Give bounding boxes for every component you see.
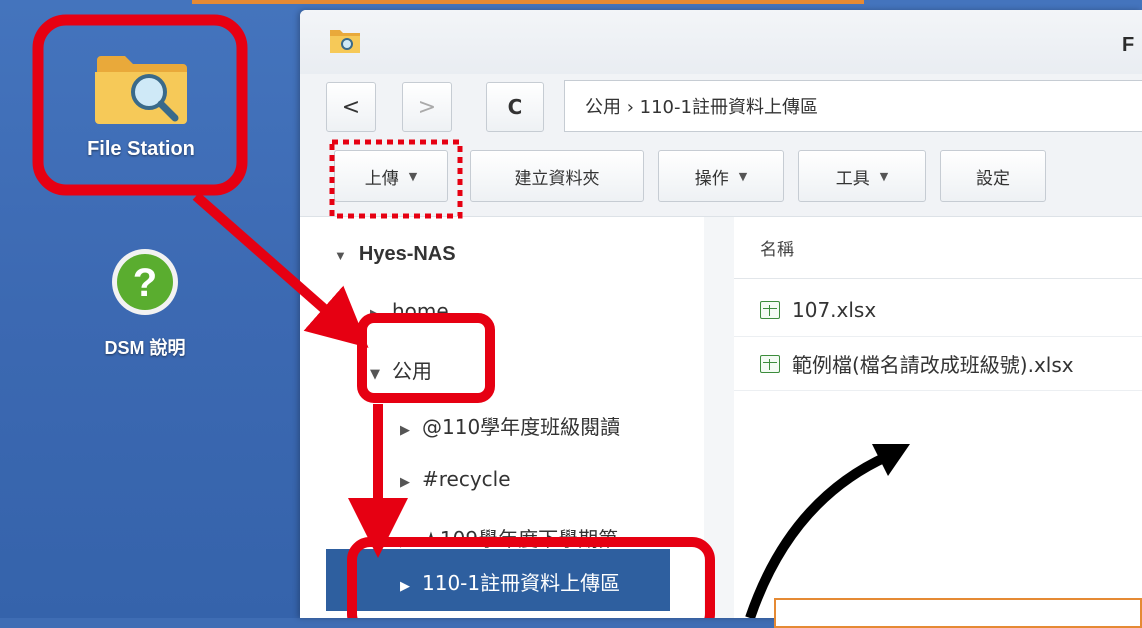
tree-item-label: @110學年度班級閱讀 xyxy=(422,415,621,439)
folder-tree: ▼ Hyes-NAS ▶ home ▼ 公用 ▶ @110學年度班級閱讀 ▶ #recyc… xyxy=(300,217,704,618)
create-folder-button[interactable]: 建立資料夾 xyxy=(470,150,644,202)
column-header-label: 名稱 xyxy=(760,240,794,260)
chevron-down-icon: ▼ xyxy=(879,169,889,183)
path-bar[interactable]: 公用 › 110-1註冊資料上傳區 xyxy=(564,80,1142,132)
tools-button[interactable]: 工具 ▼ xyxy=(798,150,926,202)
app-folder-icon xyxy=(330,30,360,53)
tree-item-home[interactable]: ▶ home xyxy=(370,299,449,323)
refresh-button[interactable]: C xyxy=(486,82,544,132)
pane-splitter[interactable] xyxy=(704,217,734,618)
tree-item-109[interactable]: ▶ ★109學年度下學期第一 xyxy=(400,523,638,552)
file-name: 107.xlsx xyxy=(792,297,877,322)
tree-item-recycle[interactable]: ▶ #recycle xyxy=(400,467,511,491)
tree-item-label: 公用 xyxy=(392,359,432,383)
dsm-help-desktop-icon[interactable]: ? DSM 說明 xyxy=(70,246,220,360)
file-station-label: File Station xyxy=(87,138,195,160)
file-row[interactable]: 範例檔(檔名請改成班級號).xlsx xyxy=(734,337,1142,391)
caret-right-icon: ▶ xyxy=(370,307,380,322)
top-window-edge xyxy=(192,0,864,4)
column-header-name[interactable]: 名稱 xyxy=(734,217,1142,279)
tree-item-public[interactable]: ▼ 公用 xyxy=(370,355,432,384)
back-button[interactable]: < xyxy=(326,82,376,132)
tree-root[interactable]: ▼ Hyes-NAS xyxy=(334,243,456,266)
file-station-desktop-icon[interactable]: File Station xyxy=(48,42,234,161)
file-name: 範例檔(檔名請改成班級號).xlsx xyxy=(792,353,1074,377)
xlsx-file-icon xyxy=(760,300,780,319)
create-folder-label: 建立資料夾 xyxy=(514,168,600,189)
tree-item-label: ★109學年度下學期第一 xyxy=(422,527,639,551)
file-row[interactable]: 107.xlsx xyxy=(734,283,1142,337)
file-list: 名稱 107.xlsx 範例檔(檔名請改成班級號).xlsx xyxy=(734,217,1142,618)
callout-box xyxy=(774,598,1142,628)
action-button[interactable]: 操作 ▼ xyxy=(658,150,784,202)
upload-label: 上傳 xyxy=(364,168,399,189)
caret-right-icon: ▶ xyxy=(400,475,410,490)
chevron-down-icon: ▼ xyxy=(408,169,418,183)
help-icon: ? xyxy=(112,249,178,315)
file-station-window: F < > C 公用 › 110-1註冊資料上傳區 上傳 ▼ 建立資料夾 操作 ▼ … xyxy=(300,10,1142,618)
settings-label: 設定 xyxy=(976,168,1010,189)
xlsx-file-icon xyxy=(760,354,780,373)
path-text: 公用 › 110-1註冊資料上傳區 xyxy=(585,97,818,118)
toolbar: 上傳 ▼ 建立資料夾 操作 ▼ 工具 ▼ 設定 xyxy=(300,150,1142,217)
svg-text:?: ? xyxy=(133,261,157,305)
tree-item-reading[interactable]: ▶ @110學年度班級閱讀 xyxy=(400,411,620,440)
upload-button[interactable]: 上傳 ▼ xyxy=(334,150,448,202)
settings-button[interactable]: 設定 xyxy=(940,150,1046,202)
action-label: 操作 xyxy=(694,168,729,189)
chevron-down-icon: ▼ xyxy=(738,169,748,183)
tree-item-label: 110-1註冊資料上傳區 xyxy=(422,571,621,595)
window-titlebar: F xyxy=(300,10,1142,74)
folder-search-icon xyxy=(95,56,187,124)
caret-down-icon: ▼ xyxy=(334,248,347,263)
tools-label: 工具 xyxy=(835,168,870,189)
tree-item-label: home xyxy=(392,299,449,323)
tree-root-label: Hyes-NAS xyxy=(358,243,456,265)
caret-right-icon: ▶ xyxy=(400,579,410,594)
forward-button[interactable]: > xyxy=(402,82,452,132)
caret-right-icon: ▶ xyxy=(400,423,410,438)
caret-down-icon: ▼ xyxy=(370,367,380,382)
window-title: F xyxy=(1122,34,1135,56)
tree-item-110-upload[interactable]: ▶ 110-1註冊資料上傳區 xyxy=(400,567,620,596)
tree-item-label: #recycle xyxy=(422,467,511,491)
dsm-help-label: DSM 說明 xyxy=(104,338,186,358)
caret-right-icon: ▶ xyxy=(400,535,410,550)
